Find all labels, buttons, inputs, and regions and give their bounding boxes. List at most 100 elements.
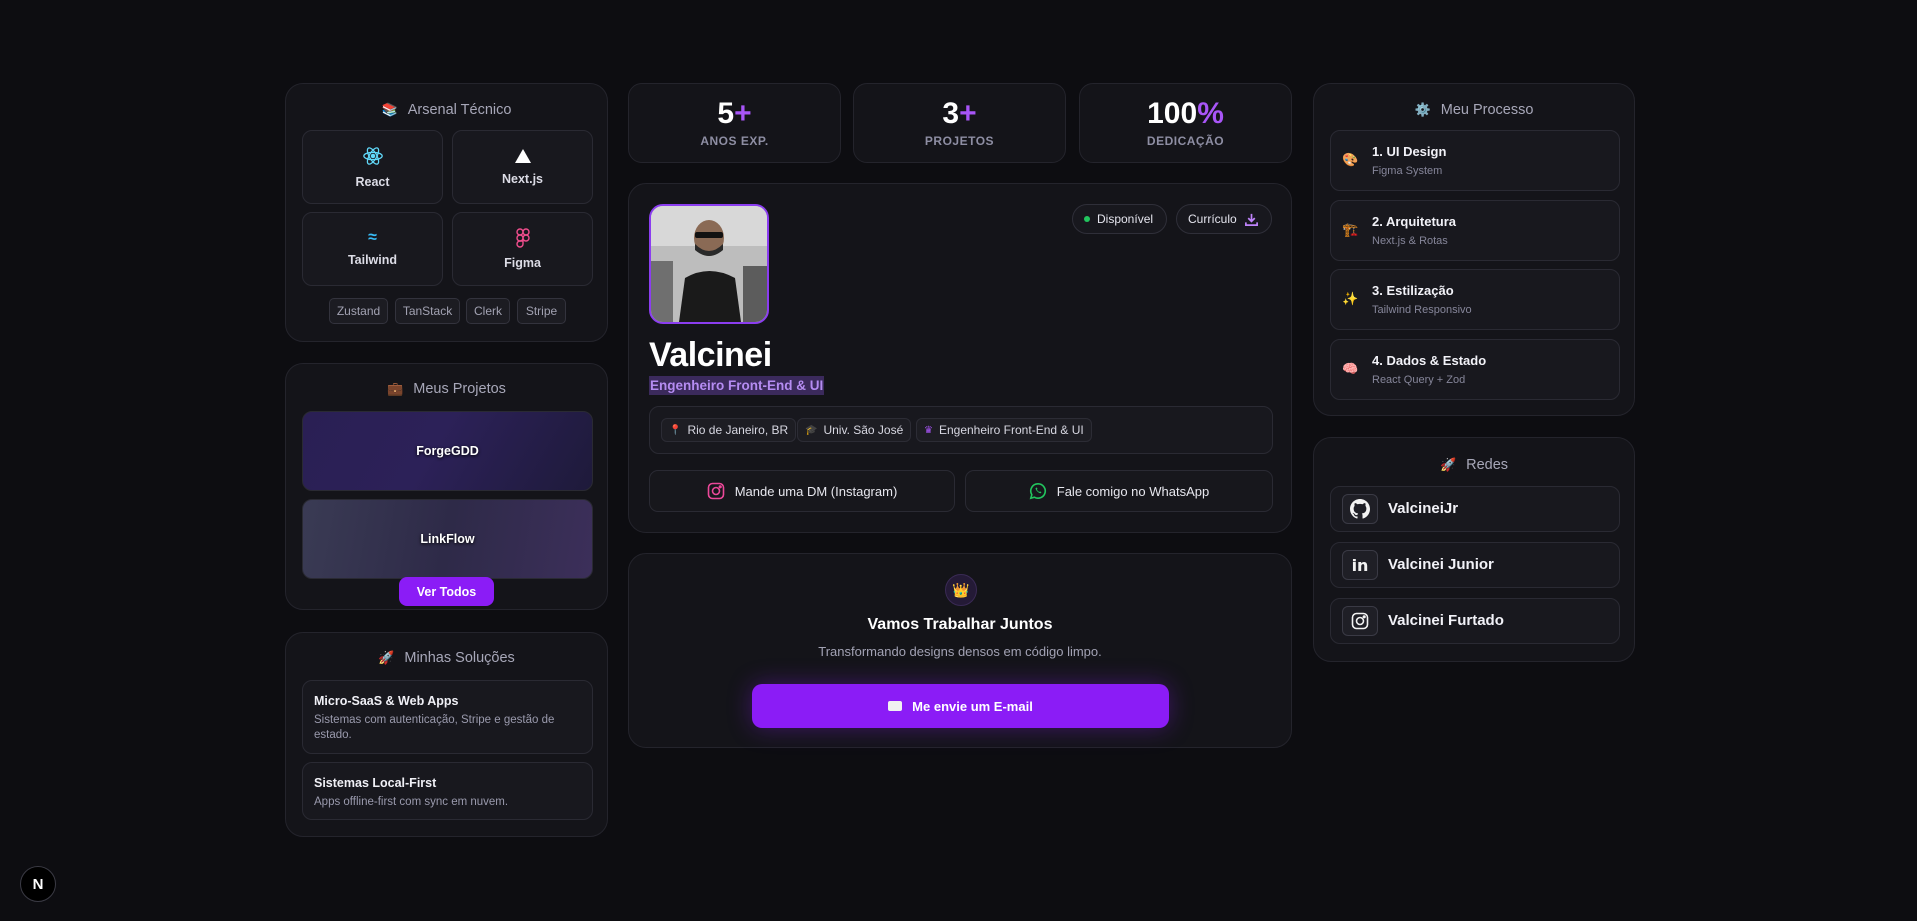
- tag-university: 🎓 Univ. São José: [797, 418, 912, 442]
- process-title-text: Meu Processo: [1440, 102, 1534, 118]
- project-label: LinkFlow: [420, 532, 475, 546]
- process-card: ⚙️ Meu Processo 🎨 1. UI Design Figma Sys…: [1313, 83, 1635, 416]
- rocket-icon: 🚀: [378, 650, 395, 665]
- avatar: [649, 204, 769, 324]
- stat-card: 5+ ANOS EXP.: [628, 83, 841, 163]
- solution-item[interactable]: Micro-SaaS & Web Apps Sistemas com auten…: [302, 680, 593, 754]
- arsenal-title: 📚 Arsenal Técnico: [286, 100, 607, 120]
- email-button-label: Me envie um E-mail: [912, 698, 1033, 714]
- stat-label: DEDICAÇÃO: [1146, 134, 1225, 148]
- profile-card: Disponível Currículo Valcinei Engenheiro…: [628, 183, 1292, 533]
- process-step: ✨ 3. Estilização Tailwind Responsivo: [1330, 269, 1620, 330]
- networks-title: 🚀 Redes: [1314, 455, 1634, 475]
- nextjs-badge-letter: N: [32, 875, 44, 893]
- network-label: Valcinei Junior: [1388, 556, 1494, 573]
- stat-value: 3+: [942, 97, 977, 130]
- triangle-icon: [514, 149, 531, 163]
- process-step-sub: Figma System: [1372, 165, 1443, 177]
- resume-text: Currículo: [1188, 212, 1237, 226]
- email-button[interactable]: Me envie um E-mail: [752, 684, 1169, 728]
- process-step-title: 4. Dados & Estado: [1372, 353, 1487, 368]
- linkedin-icon: in: [1342, 550, 1378, 580]
- process-step: 🎨 1. UI Design Figma System: [1330, 130, 1620, 191]
- tag-label: Univ. São José: [823, 423, 904, 437]
- solution-title: Sistemas Local-First: [314, 776, 437, 790]
- solution-desc: Sistemas com autenticação, Stripe e gest…: [314, 714, 555, 741]
- process-step: 🧠 4. Dados & Estado React Query + Zod: [1330, 339, 1620, 400]
- react-icon: [362, 147, 383, 165]
- process-title: ⚙️ Meu Processo: [1314, 100, 1634, 120]
- status-pill: Disponível: [1072, 204, 1167, 234]
- view-all-button[interactable]: Ver Todos: [399, 577, 494, 606]
- status-text: Disponível: [1097, 212, 1154, 226]
- contact-subtitle: Transformando designs densos em código l…: [818, 644, 1102, 659]
- chip-clerk: Clerk: [466, 298, 510, 324]
- project-forgegdd[interactable]: ForgeGDD: [302, 411, 593, 491]
- process-step-title: 1. UI Design: [1372, 144, 1447, 159]
- networks-card: 🚀 Redes ValcineiJr in Valcinei Junior Va…: [1313, 437, 1635, 662]
- project-linkflow[interactable]: LinkFlow: [302, 499, 593, 579]
- network-label: Valcinei Furtado: [1388, 612, 1504, 629]
- projects-title: 💼 Meus Projetos: [286, 379, 607, 399]
- whatsapp-button[interactable]: Fale comigo no WhatsApp: [965, 470, 1273, 512]
- stat-value: 100%: [1147, 97, 1224, 130]
- projects-title-text: Meus Projetos: [413, 381, 506, 397]
- books-icon: 📚: [381, 102, 398, 117]
- project-label: ForgeGDD: [416, 444, 479, 458]
- arsenal-card: 📚 Arsenal Técnico React Next.js ≈ Tailwi…: [285, 83, 608, 342]
- solutions-card: 🚀 Minhas Soluções Micro-SaaS & Web Apps …: [285, 632, 608, 837]
- chip-stripe: Stripe: [517, 298, 566, 324]
- contact-title: Vamos Trabalhar Juntos: [867, 616, 1053, 633]
- mail-icon: [888, 701, 903, 711]
- network-github[interactable]: ValcineiJr: [1330, 486, 1620, 532]
- stat-card: 100% DEDICAÇÃO: [1079, 83, 1292, 163]
- projects-card: 💼 Meus Projetos ForgeGDD LinkFlow Ver To…: [285, 363, 608, 610]
- tech-figma[interactable]: Figma: [452, 212, 593, 286]
- solutions-title-text: Minhas Soluções: [404, 650, 515, 666]
- stat-label: PROJETOS: [924, 134, 995, 148]
- process-step-sub: Tailwind Responsivo: [1372, 304, 1472, 316]
- network-label: ValcineiJr: [1388, 500, 1459, 517]
- network-linkedin[interactable]: in Valcinei Junior: [1330, 542, 1620, 588]
- tailwind-icon: ≈: [368, 229, 377, 246]
- process-step-title: 3. Estilização: [1372, 283, 1454, 298]
- tech-label: Tailwind: [347, 253, 398, 267]
- gear-icon: ⚙️: [1414, 102, 1431, 117]
- solution-item[interactable]: Sistemas Local-First Apps offline-first …: [302, 762, 593, 820]
- tag-label: Engenheiro Front-End & UI: [938, 423, 1084, 437]
- github-icon: [1342, 494, 1378, 524]
- network-instagram[interactable]: Valcinei Furtado: [1330, 598, 1620, 644]
- avatar-photo: [651, 206, 767, 322]
- process-step-title: 2. Arquitetura: [1372, 214, 1457, 229]
- tech-tailwind[interactable]: ≈ Tailwind: [302, 212, 443, 286]
- profile-role: Engenheiro Front-End & UI: [649, 376, 825, 395]
- instagram-dm-label: Mande uma DM (Instagram): [734, 483, 898, 499]
- resume-button[interactable]: Currículo: [1176, 204, 1272, 234]
- tech-nextjs[interactable]: Next.js: [452, 130, 593, 204]
- figma-icon: [515, 228, 530, 248]
- chip-tanstack: TanStack: [395, 298, 460, 324]
- solutions-title: 🚀 Minhas Soluções: [286, 648, 607, 668]
- instagram-dm-button[interactable]: Mande uma DM (Instagram): [649, 470, 955, 512]
- stat-value: 5+: [717, 97, 752, 130]
- profile-name: Valcinei: [649, 336, 772, 374]
- crown-icon: ♛: [924, 424, 933, 436]
- whatsapp-icon: [1029, 482, 1046, 500]
- tag-role: ♛ Engenheiro Front-End & UI: [916, 418, 1092, 442]
- chip-zustand: Zustand: [329, 298, 388, 324]
- crane-icon: 🏗️: [1342, 222, 1359, 237]
- instagram-icon: [707, 482, 725, 500]
- tech-react[interactable]: React: [302, 130, 443, 204]
- contact-card: 👑 Vamos Trabalhar Juntos Transformando d…: [628, 553, 1292, 748]
- tech-label: Next.js: [502, 172, 543, 186]
- arsenal-title-text: Arsenal Técnico: [407, 102, 512, 118]
- nextjs-dev-badge[interactable]: N: [20, 866, 56, 902]
- tag-label: Rio de Janeiro, BR: [687, 423, 789, 437]
- sparkles-icon: ✨: [1342, 291, 1359, 306]
- networks-title-text: Redes: [1466, 457, 1509, 473]
- process-step-sub: Next.js & Rotas: [1372, 235, 1448, 247]
- graduation-cap-icon: 🎓: [805, 424, 818, 436]
- status-dot: [1084, 216, 1090, 222]
- tech-label: Figma: [504, 256, 541, 270]
- instagram-icon: [1342, 606, 1378, 636]
